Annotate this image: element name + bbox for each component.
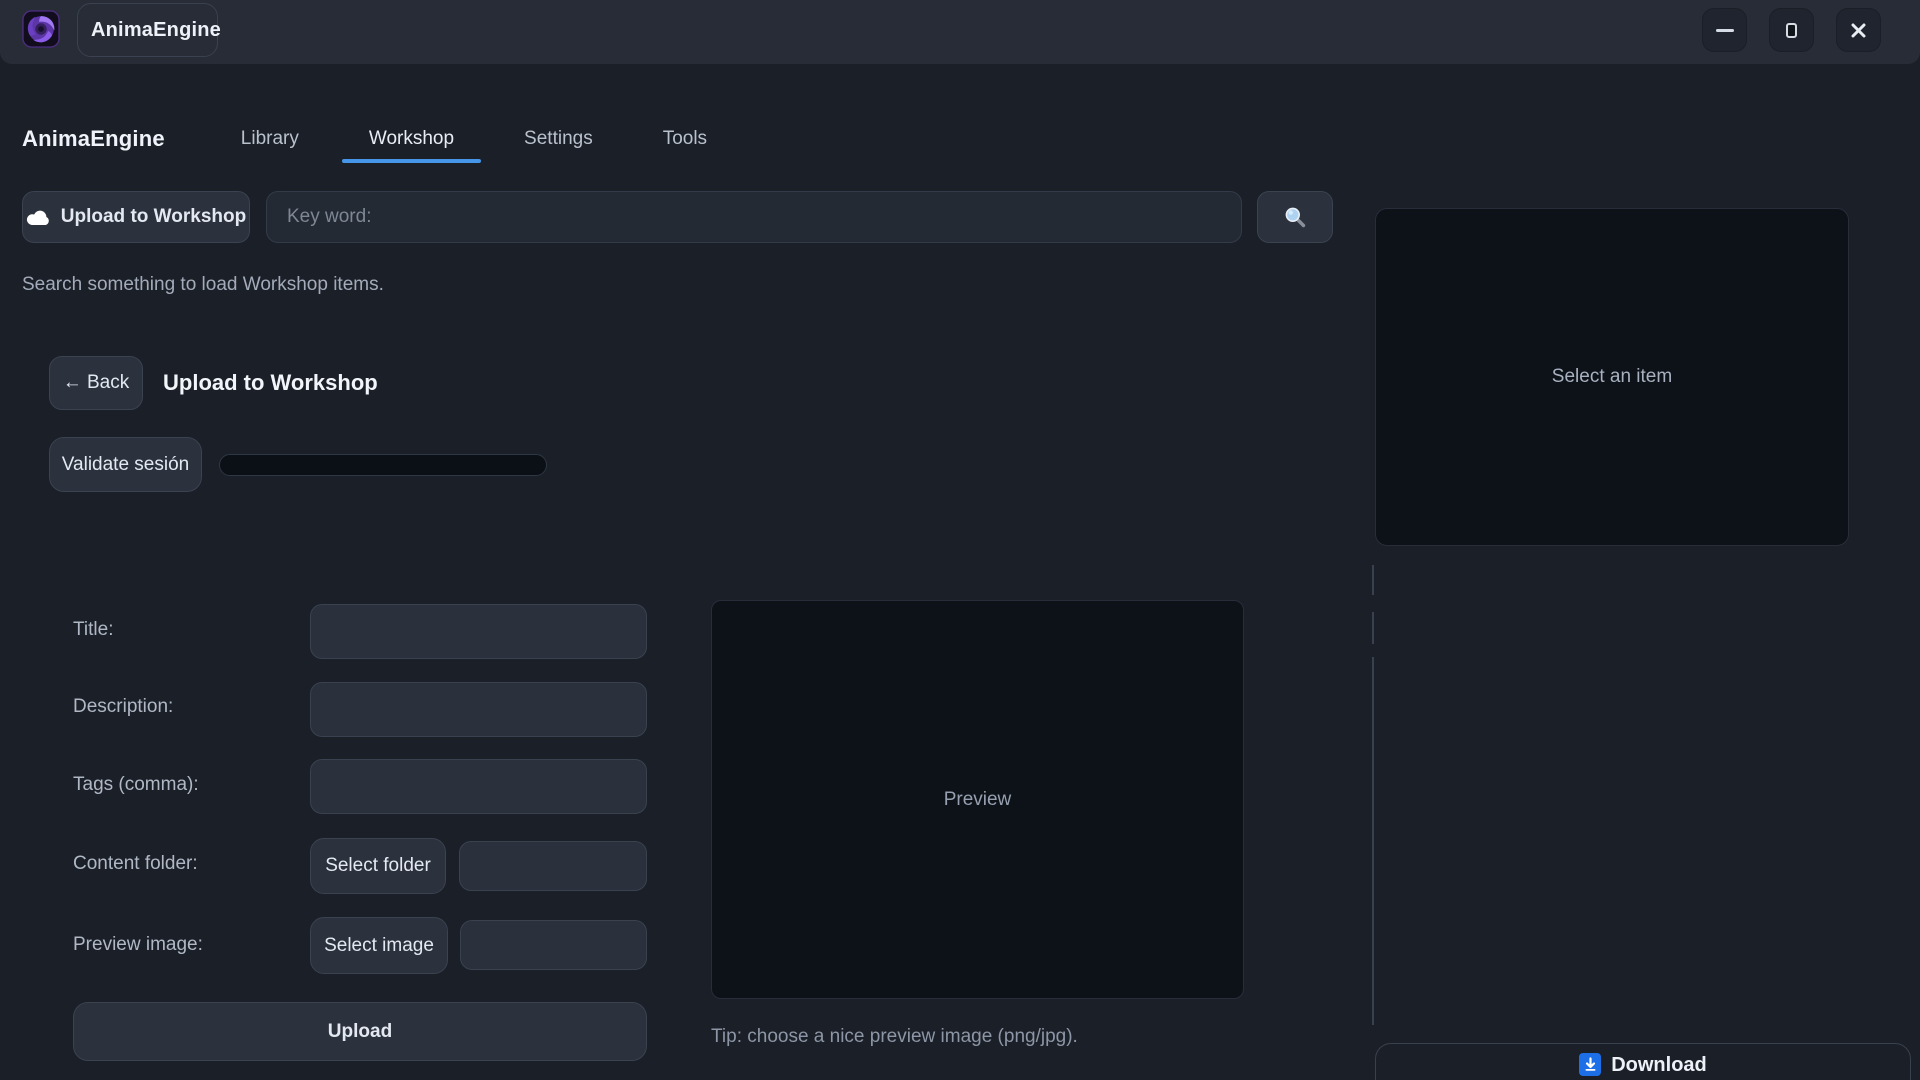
preview-image-label: Preview image: — [73, 934, 203, 956]
workshop-status-text: Search something to load Workshop items. — [22, 274, 384, 296]
section-heading: Upload to Workshop — [163, 356, 378, 410]
search-button[interactable] — [1257, 191, 1333, 243]
preview-tip-text: Tip: choose a nice preview image (png/jp… — [711, 1026, 1078, 1048]
window-title-chip: AnimaEngine — [77, 3, 218, 57]
title-label: Title: — [73, 619, 113, 641]
main-nav: AnimaEngine Library Workshop Settings To… — [22, 113, 777, 165]
validate-session-button[interactable]: Validate sesión — [49, 437, 202, 492]
sidebar-divider-segment — [1372, 565, 1374, 595]
tags-input[interactable] — [310, 759, 647, 814]
item-detail-panel: Select an item — [1375, 208, 1849, 546]
keyword-search-input[interactable] — [266, 191, 1242, 243]
minimize-button[interactable] — [1702, 8, 1747, 52]
close-button[interactable] — [1836, 8, 1881, 52]
close-icon — [1851, 23, 1866, 38]
window-controls — [1702, 8, 1881, 52]
content-folder-path-input[interactable] — [459, 841, 647, 891]
sidebar-divider-segment — [1372, 612, 1374, 644]
select-image-button[interactable]: Select image — [310, 917, 448, 974]
description-label: Description: — [73, 696, 173, 718]
download-button-label: Download — [1611, 1053, 1707, 1077]
app-window: AnimaEngine AnimaEngine Library Workshop — [0, 0, 1920, 1080]
tab-tools-label: Tools — [663, 128, 707, 150]
upload-to-workshop-label: Upload to Workshop — [61, 206, 246, 228]
preview-panel: Preview — [711, 600, 1244, 999]
download-button[interactable]: Download — [1375, 1043, 1911, 1080]
tab-settings[interactable]: Settings — [524, 113, 593, 165]
tab-library-label: Library — [241, 128, 299, 150]
minimize-icon — [1716, 29, 1734, 32]
tab-workshop[interactable]: Workshop — [369, 113, 454, 165]
upload-to-workshop-button[interactable]: Upload to Workshop — [22, 191, 250, 243]
content-folder-label: Content folder: — [73, 853, 198, 875]
app-logo-icon — [22, 9, 60, 49]
maximize-button[interactable] — [1769, 8, 1814, 52]
tab-library[interactable]: Library — [241, 113, 299, 165]
tab-tools[interactable]: Tools — [663, 113, 707, 165]
back-button[interactable]: ← Back — [49, 356, 143, 410]
upload-button[interactable]: Upload — [73, 1002, 647, 1061]
description-input[interactable] — [310, 682, 647, 737]
tab-settings-label: Settings — [524, 128, 593, 150]
maximize-icon — [1786, 23, 1797, 38]
select-folder-button[interactable]: Select folder — [310, 838, 446, 894]
titlebar: AnimaEngine — [0, 0, 1920, 64]
preview-image-path-input[interactable] — [460, 920, 647, 970]
download-icon — [1579, 1053, 1601, 1076]
select-item-placeholder-text: Select an item — [1552, 366, 1672, 388]
tags-label: Tags (comma): — [73, 774, 199, 796]
window-title: AnimaEngine — [91, 19, 221, 42]
cloud-upload-icon — [26, 209, 51, 226]
tab-workshop-label: Workshop — [369, 128, 454, 150]
search-icon — [1283, 205, 1307, 229]
session-progress-bar — [219, 454, 547, 476]
sidebar-divider-segment — [1372, 657, 1374, 1025]
preview-placeholder-text: Preview — [944, 789, 1012, 811]
title-input[interactable] — [310, 604, 647, 659]
nav-brand: AnimaEngine — [22, 126, 165, 152]
